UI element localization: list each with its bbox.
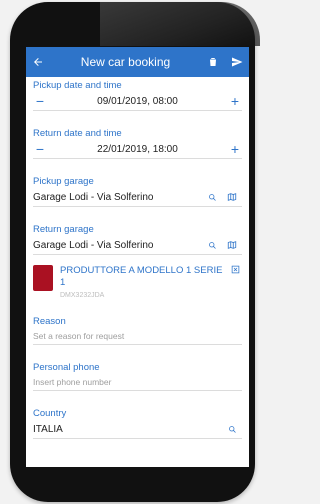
minus-button[interactable]: − [33, 93, 47, 109]
return-garage-value[interactable]: Garage Lodi - Via Solferino [33, 240, 202, 251]
country-value[interactable]: ITALIA [33, 424, 222, 435]
phone-input[interactable]: Insert phone number [33, 374, 242, 391]
car-thumbnail [33, 265, 53, 291]
reason-field: Reason Set a reason for request [33, 315, 242, 345]
pickup-garage-value[interactable]: Garage Lodi - Via Solferino [33, 192, 202, 203]
app-screen: New car booking Pickup date and time − 0… [26, 47, 249, 467]
minus-button[interactable]: − [33, 141, 47, 157]
send-button[interactable] [225, 47, 249, 77]
phone-label: Personal phone [33, 362, 100, 373]
search-button[interactable] [202, 241, 222, 250]
pickup-garage-label: Pickup garage [33, 176, 94, 187]
search-button[interactable] [202, 193, 222, 202]
return-garage-field: Return garage Garage Lodi - Via Solferin… [33, 223, 242, 255]
return-datetime-field: Return date and time − 22/01/2019, 18:00… [33, 127, 242, 159]
return-datetime-value[interactable]: 22/01/2019, 18:00 [47, 144, 228, 155]
page: New car booking Pickup date and time − 0… [0, 0, 261, 504]
selected-car-card[interactable]: PRODUTTORE A MODELLO 1 SERIE 1 DMX3232JD… [33, 265, 242, 299]
return-garage-label: Return garage [33, 224, 94, 235]
map-button[interactable] [222, 192, 242, 202]
country-row: ITALIA [33, 420, 242, 439]
reason-label: Reason [33, 316, 66, 327]
remove-car-button[interactable] [228, 265, 242, 277]
car-model-name: PRODUTTORE A MODELLO 1 SERIE 1 [60, 265, 223, 288]
pickup-datetime-row: − 09/01/2019, 08:00 + [33, 92, 242, 111]
plus-button[interactable]: + [228, 141, 242, 157]
map-button[interactable] [222, 240, 242, 250]
search-icon [208, 241, 216, 249]
pickup-datetime-field: Pickup date and time − 09/01/2019, 08:00… [33, 79, 242, 111]
country-field: Country ITALIA [33, 407, 242, 439]
search-icon [208, 193, 216, 201]
app-bar: New car booking [26, 47, 249, 77]
return-label: Return date and time [33, 128, 122, 139]
search-icon [228, 425, 236, 433]
return-garage-row: Garage Lodi - Via Solferino [33, 236, 242, 255]
country-label: Country [33, 408, 67, 419]
back-button[interactable] [26, 47, 50, 77]
map-icon [227, 241, 237, 249]
pickup-datetime-value[interactable]: 09/01/2019, 08:00 [47, 96, 228, 107]
pickup-garage-row: Garage Lodi - Via Solferino [33, 188, 242, 207]
arrow-left-icon [34, 58, 42, 66]
phone-field: Personal phone Insert phone number [33, 361, 242, 391]
car-plate: DMX3232JDA [60, 292, 105, 299]
search-button[interactable] [222, 425, 242, 434]
delete-button[interactable] [201, 47, 225, 77]
plus-button[interactable]: + [228, 93, 242, 109]
close-icon [231, 265, 239, 274]
pickup-garage-field: Pickup garage Garage Lodi - Via Solferin… [33, 175, 242, 207]
car-info: PRODUTTORE A MODELLO 1 SERIE 1 DMX3232JD… [60, 265, 228, 299]
return-datetime-row: − 22/01/2019, 18:00 + [33, 140, 242, 159]
booking-form: Pickup date and time − 09/01/2019, 08:00… [26, 79, 249, 439]
pickup-label: Pickup date and time [33, 80, 122, 91]
reason-input[interactable]: Set a reason for request [33, 328, 242, 345]
page-title: New car booking [80, 55, 171, 69]
map-icon [227, 193, 237, 201]
phone-highlight [100, 2, 260, 46]
send-icon [232, 57, 243, 67]
trash-icon [210, 58, 216, 66]
